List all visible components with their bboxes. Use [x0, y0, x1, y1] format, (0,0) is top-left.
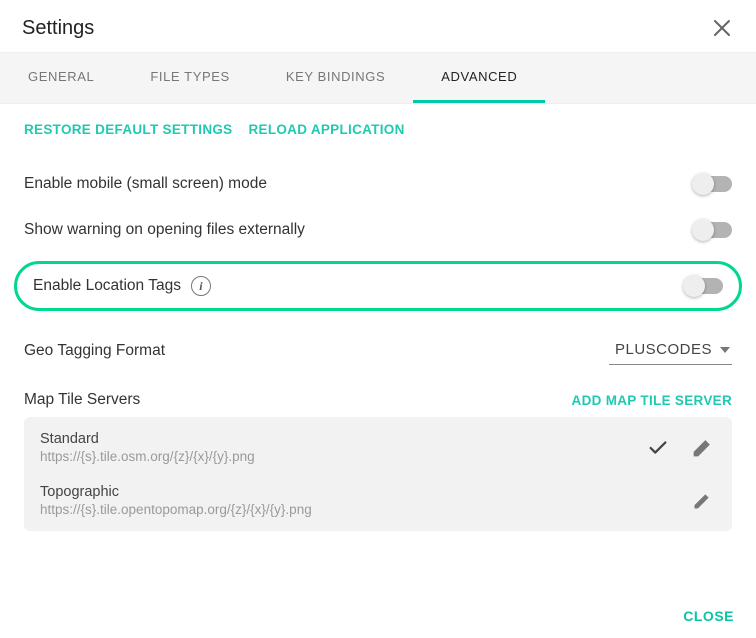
edit-icon[interactable] [688, 487, 716, 515]
tile-server-actions [688, 487, 716, 515]
dialog-footer: CLOSE [0, 594, 756, 638]
tile-server-info: Standard https://{s}.tile.osm.org/{z}/{x… [40, 431, 255, 464]
dialog-title: Settings [22, 17, 94, 40]
setting-geo-format: Geo Tagging Format PLUSCODES [24, 319, 732, 377]
location-tags-label: Enable Location Tags [33, 277, 181, 295]
edit-icon[interactable] [688, 434, 716, 462]
mobile-mode-label: Enable mobile (small screen) mode [24, 175, 267, 193]
add-map-tile-server-button[interactable]: ADD MAP TILE SERVER [572, 393, 732, 408]
setting-external-warning: Show warning on opening files externally [24, 207, 732, 253]
setting-label: Show warning on opening files externally [24, 221, 305, 239]
settings-dialog: Settings GENERAL FILE TYPES KEY BINDINGS… [0, 0, 756, 638]
tile-server-item: Topographic https://{s}.tile.opentopomap… [24, 474, 732, 527]
top-links: RESTORE DEFAULT SETTINGS RELOAD APPLICAT… [24, 122, 732, 137]
info-icon[interactable]: i [191, 276, 211, 296]
tile-server-url: https://{s}.tile.opentopomap.org/{z}/{x}… [40, 502, 312, 517]
tab-file-types[interactable]: FILE TYPES [122, 53, 257, 103]
tile-server-info: Topographic https://{s}.tile.opentopomap… [40, 484, 312, 517]
setting-location-tags: Enable Location Tags i [14, 261, 742, 311]
external-warning-toggle[interactable] [694, 222, 732, 238]
tab-advanced[interactable]: ADVANCED [413, 53, 545, 103]
external-warning-label: Show warning on opening files externally [24, 221, 305, 239]
close-icon[interactable] [710, 16, 734, 40]
setting-label: Enable mobile (small screen) mode [24, 175, 267, 193]
geo-format-value: PLUSCODES [615, 341, 712, 358]
restore-defaults-button[interactable]: RESTORE DEFAULT SETTINGS [24, 122, 232, 137]
setting-map-tile-servers: Map Tile Servers ADD MAP TILE SERVER [24, 377, 732, 417]
tab-general[interactable]: GENERAL [0, 53, 122, 103]
check-icon [644, 434, 672, 462]
tile-server-item: Standard https://{s}.tile.osm.org/{z}/{x… [24, 421, 732, 474]
mobile-mode-toggle[interactable] [694, 176, 732, 192]
tile-server-actions [644, 434, 716, 462]
reload-application-button[interactable]: RELOAD APPLICATION [248, 122, 404, 137]
location-tags-toggle[interactable] [685, 278, 723, 294]
geo-format-label: Geo Tagging Format [24, 342, 165, 360]
geo-format-select[interactable]: PLUSCODES [609, 337, 732, 365]
tabs: GENERAL FILE TYPES KEY BINDINGS ADVANCED [0, 52, 756, 104]
tile-server-list: Standard https://{s}.tile.osm.org/{z}/{x… [24, 417, 732, 531]
tile-server-url: https://{s}.tile.osm.org/{z}/{x}/{y}.png [40, 449, 255, 464]
settings-content: RESTORE DEFAULT SETTINGS RELOAD APPLICAT… [0, 104, 756, 594]
tile-server-name: Standard [40, 431, 255, 447]
tile-server-name: Topographic [40, 484, 312, 500]
close-button[interactable]: CLOSE [683, 608, 734, 624]
setting-label: Enable Location Tags i [33, 276, 211, 296]
chevron-down-icon [720, 347, 730, 353]
tab-key-bindings[interactable]: KEY BINDINGS [258, 53, 413, 103]
map-tile-servers-label: Map Tile Servers [24, 391, 140, 409]
setting-mobile-mode: Enable mobile (small screen) mode [24, 161, 732, 207]
dialog-header: Settings [0, 0, 756, 52]
